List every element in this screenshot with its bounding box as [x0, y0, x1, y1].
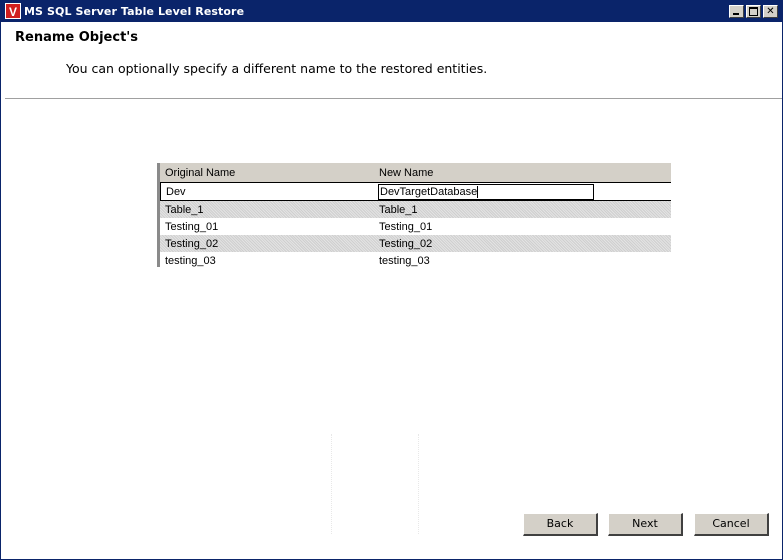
rename-objects-grid: Original Name New Name Dev DevTargetData…	[157, 163, 671, 267]
grid-header: Original Name New Name	[160, 163, 671, 182]
page-description: You can optionally specify a different n…	[66, 61, 488, 76]
next-button[interactable]: Next	[608, 513, 683, 536]
new-name-input-value: DevTargetDatabase	[380, 185, 478, 198]
original-name-cell: Testing_01	[165, 220, 219, 233]
table-row[interactable]: Dev DevTargetDatabase	[160, 182, 671, 201]
new-name-cell[interactable]: testing_03	[374, 255, 671, 267]
new-name-cell[interactable]: Testing_01	[374, 221, 671, 233]
minimize-button[interactable]	[729, 4, 744, 18]
faint-guide-line	[331, 434, 332, 534]
page-title: Rename Object's	[15, 30, 139, 45]
title-bar[interactable]: V MS SQL Server Table Level Restore ✕	[1, 0, 782, 22]
original-name-cell: Table_1	[165, 203, 204, 216]
new-name-cell[interactable]: Table_1	[374, 204, 671, 216]
new-name-cell[interactable]: DevTargetDatabase	[375, 183, 671, 200]
new-name-input[interactable]: DevTargetDatabase	[378, 183, 594, 200]
column-header-new-name[interactable]: New Name	[374, 167, 671, 179]
new-name-cell[interactable]: Testing_02	[374, 238, 671, 250]
window-controls: ✕	[729, 4, 778, 18]
app-logo-icon: V	[5, 3, 21, 19]
faint-guide-line	[418, 434, 419, 534]
table-row[interactable]: testing_03 testing_03	[160, 252, 671, 269]
table-row[interactable]: Table_1 Table_1	[160, 201, 671, 218]
original-name-cell: Dev	[166, 185, 186, 198]
original-name-cell: Testing_02	[165, 237, 219, 250]
cancel-button[interactable]: Cancel	[694, 513, 769, 536]
close-button[interactable]: ✕	[763, 4, 778, 18]
original-name-cell: testing_03	[165, 254, 216, 267]
table-row[interactable]: Testing_02 Testing_02	[160, 235, 671, 252]
header-divider	[5, 98, 782, 100]
window-title: MS SQL Server Table Level Restore	[24, 4, 245, 18]
text-caret	[477, 185, 479, 198]
restore-wizard-window: V MS SQL Server Table Level Restore ✕ Re…	[0, 0, 783, 560]
table-row[interactable]: Testing_01 Testing_01	[160, 218, 671, 235]
column-header-original-name[interactable]: Original Name	[160, 167, 374, 179]
back-button[interactable]: Back	[523, 513, 598, 536]
maximize-button[interactable]	[746, 4, 761, 18]
